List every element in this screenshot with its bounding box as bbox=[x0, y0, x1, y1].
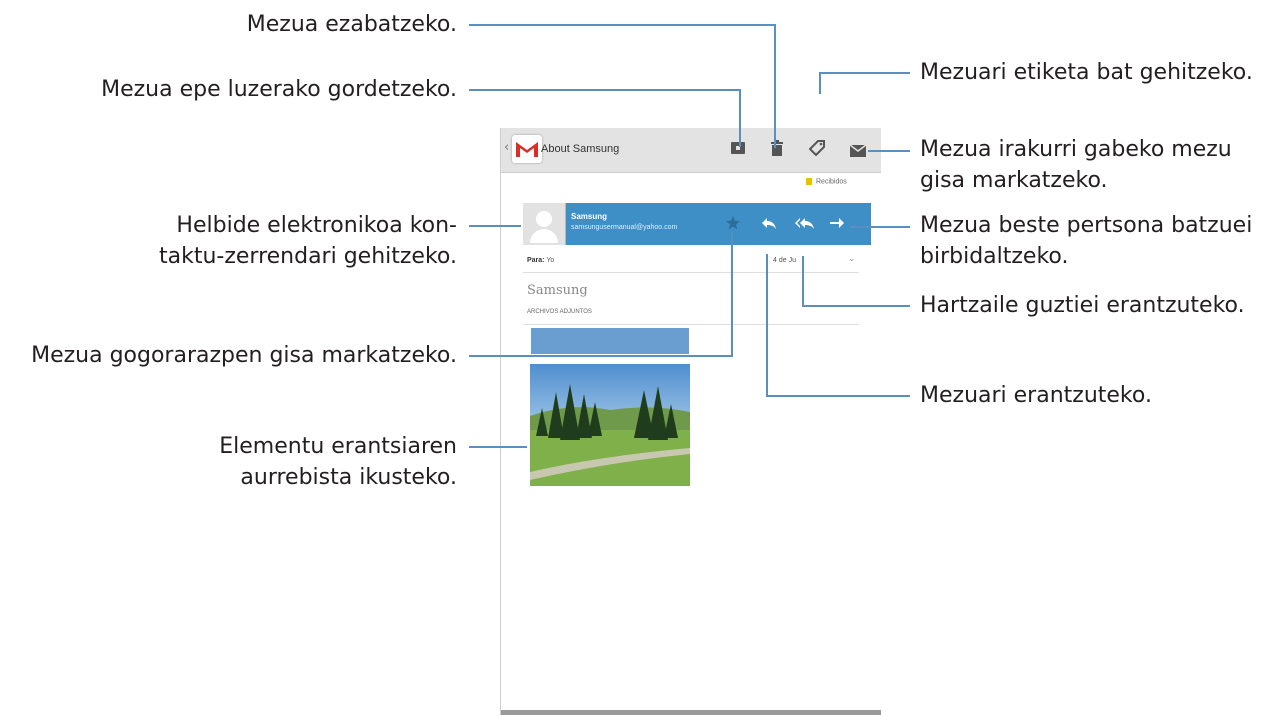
leader-line bbox=[469, 24, 775, 26]
leader-line bbox=[739, 89, 741, 147]
leader-line bbox=[820, 72, 910, 74]
callout-delete: Mezua ezabatzeko. bbox=[246, 12, 457, 37]
phone-screen: ‹ About Samsung Recibidos Samsung samsun… bbox=[500, 128, 881, 715]
leader-line bbox=[803, 305, 910, 307]
folder-name: Recibidos bbox=[816, 178, 847, 186]
callout-contact-line1: Helbide elektronikoa kon- bbox=[176, 213, 457, 238]
leader-line bbox=[850, 226, 910, 228]
navigation-bar bbox=[501, 710, 881, 715]
divider bbox=[523, 324, 859, 325]
callout-preview: Elementu erantsiaren aurrebista ikusteko… bbox=[219, 431, 457, 493]
leader-line bbox=[469, 355, 732, 357]
sender-name: Samsung bbox=[571, 212, 608, 221]
recipient-value: Yo bbox=[546, 257, 555, 264]
callout-preview-line2: aurrebista ikusteko. bbox=[240, 465, 457, 490]
callout-unread-line1: Mezua irakurri gabeko mezu bbox=[920, 137, 1232, 162]
callout-preview-line1: Elementu erantsiaren bbox=[219, 434, 457, 459]
callout-forward: Mezua beste pertsona batzuei birbidaltze… bbox=[920, 210, 1252, 272]
contact-avatar[interactable] bbox=[523, 203, 566, 245]
message-date: 4 de Ju bbox=[773, 257, 796, 264]
leader-line bbox=[766, 254, 768, 397]
avatar-head bbox=[536, 211, 552, 227]
reply-all-icon[interactable] bbox=[795, 215, 815, 234]
callout-forward-line2: birbidaltzeko. bbox=[920, 244, 1069, 269]
leader-line bbox=[774, 24, 776, 148]
callout-label: Mezuari etiketa bat gehitzeko. bbox=[920, 60, 1253, 85]
leader-line bbox=[767, 395, 910, 397]
leader-line bbox=[731, 232, 733, 357]
leader-line bbox=[802, 256, 804, 307]
leader-line bbox=[819, 72, 821, 94]
folder-label[interactable]: Recibidos bbox=[806, 178, 847, 185]
recipient-row: Para: Yo bbox=[527, 257, 554, 264]
callout-contact: Helbide elektronikoa kon- taktu-zerrenda… bbox=[159, 210, 457, 272]
attachment-preview-image[interactable] bbox=[530, 364, 690, 486]
callout-unread: Mezua irakurri gabeko mezu gisa markatze… bbox=[920, 134, 1232, 196]
leader-line bbox=[469, 225, 521, 227]
archive-icon[interactable] bbox=[730, 140, 746, 160]
sender-email: samsungusermanual@yahoo.com bbox=[571, 224, 678, 231]
callout-star: Mezua gogorarazpen gisa markatzeko. bbox=[31, 343, 457, 368]
recipient-label: Para: bbox=[527, 257, 545, 264]
callout-archive: Mezua epe luzerako gordetzeko. bbox=[101, 77, 457, 102]
callout-contact-line2: taktu-zerrendari gehitzeko. bbox=[158, 244, 457, 269]
forward-icon[interactable] bbox=[829, 215, 845, 234]
leader-line bbox=[469, 446, 527, 448]
leader-line bbox=[469, 89, 741, 91]
reply-icon[interactable] bbox=[761, 215, 777, 234]
attachments-label: ARCHIVOS ADJUNTOS bbox=[527, 309, 592, 315]
back-icon[interactable]: ‹ bbox=[504, 140, 509, 155]
message-title: About Samsung bbox=[541, 143, 620, 155]
callout-forward-line1: Mezua beste pertsona batzuei bbox=[920, 213, 1253, 238]
gmail-icon[interactable] bbox=[512, 135, 542, 163]
message-subject: Samsung bbox=[527, 283, 588, 298]
tag-icon[interactable] bbox=[808, 140, 825, 160]
callout-reply: Mezuari erantzuteko. bbox=[920, 383, 1152, 408]
star-icon[interactable] bbox=[726, 215, 740, 234]
callout-reply-all: Hartzaile guztiei erantzuteko. bbox=[920, 293, 1245, 318]
sender-bar: Samsung samsungusermanual@yahoo.com bbox=[523, 203, 871, 245]
chevron-down-icon[interactable]: ⌄ bbox=[848, 254, 856, 264]
callout-unread-line2: gisa markatzeko. bbox=[920, 168, 1108, 193]
avatar-body bbox=[530, 229, 558, 243]
folder-marker-icon bbox=[806, 178, 812, 185]
envelope-icon[interactable] bbox=[849, 142, 867, 161]
trash-icon[interactable] bbox=[770, 140, 784, 160]
action-bar: ‹ About Samsung bbox=[501, 128, 881, 173]
divider bbox=[523, 272, 859, 273]
leader-line bbox=[868, 150, 910, 152]
attachment-thumbnail[interactable] bbox=[531, 328, 689, 354]
